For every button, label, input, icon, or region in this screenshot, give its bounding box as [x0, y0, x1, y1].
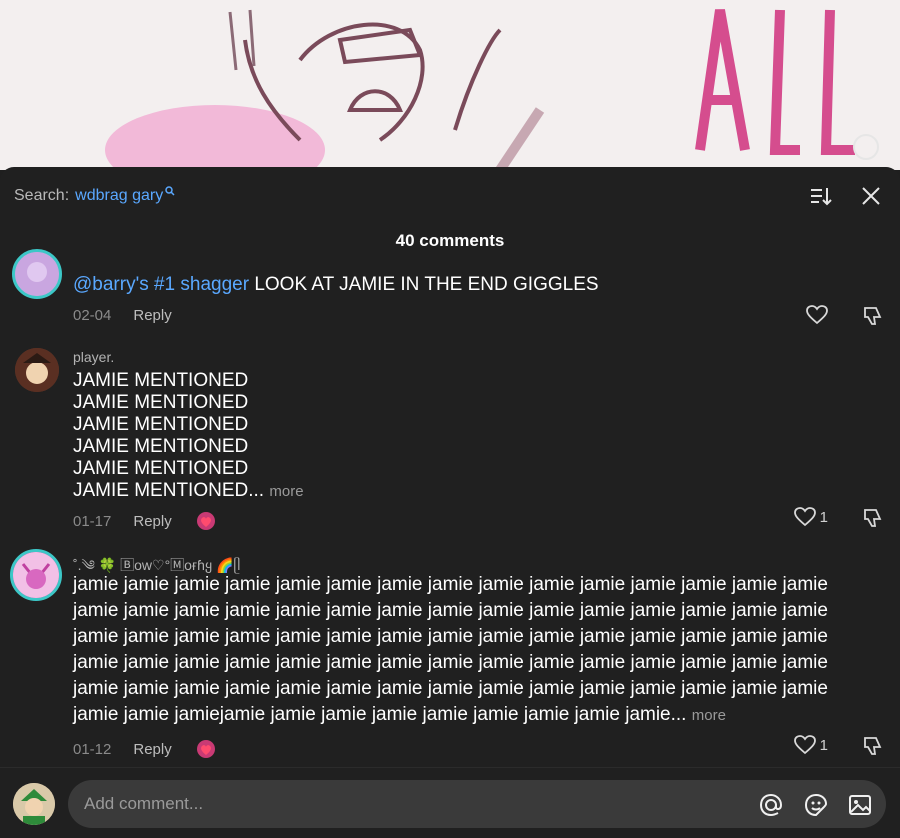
like-button[interactable] [806, 305, 828, 325]
emoji-icon[interactable] [803, 792, 829, 818]
comment-date: 01-12 [73, 740, 112, 758]
heart-icon [793, 735, 816, 755]
creator-liked-icon [194, 509, 218, 533]
comments-sheet: Search: wdbrag gary 40 comments @barry's… [0, 167, 900, 838]
mention-link[interactable]: @barry's #1 shagger [73, 274, 249, 295]
comment-text: jamie jamie jamie jamie jamie jamie jami… [73, 574, 828, 725]
comment-meta: 02-04 Reply [73, 307, 172, 324]
comment-count: 40 comments [395, 231, 505, 250]
comment-date: 01-17 [73, 512, 112, 530]
avatar[interactable] [10, 549, 62, 601]
comment-input-box[interactable] [68, 780, 886, 828]
more-link[interactable]: more [692, 707, 726, 724]
comment-username[interactable]: player. [73, 349, 114, 365]
my-avatar[interactable] [13, 783, 55, 825]
heart-icon [793, 507, 816, 527]
reply-button[interactable]: Reply [133, 307, 171, 324]
comment-date: 02-04 [73, 307, 112, 324]
like-button[interactable]: 1 [793, 507, 828, 527]
comment-meta: 01-17 Reply [73, 509, 218, 533]
dislike-icon[interactable] [862, 507, 884, 534]
mention-icon[interactable] [758, 792, 784, 818]
comment-text: @barry's #1 shagger LOOK AT JAMIE IN THE… [73, 274, 599, 295]
comment-input[interactable] [84, 780, 704, 828]
like-count: 1 [819, 508, 828, 526]
dislike-icon[interactable] [862, 305, 884, 332]
creator-liked-icon [194, 737, 218, 761]
search-bar[interactable]: Search: wdbrag gary [14, 186, 175, 205]
comment-meta: 01-12 Reply [73, 737, 218, 761]
avatar[interactable] [15, 348, 59, 392]
video-frame-illustration [0, 0, 900, 170]
close-icon[interactable] [858, 183, 884, 209]
comment-composer [0, 767, 900, 838]
more-link[interactable]: more [269, 483, 303, 500]
search-label: Search: [14, 187, 70, 204]
heart-icon [806, 305, 828, 325]
comment-text: JAMIE MENTIONED JAMIE MENTIONED JAMIE ME… [73, 370, 304, 501]
like-count: 1 [819, 736, 828, 754]
image-icon[interactable] [847, 792, 873, 818]
reply-button[interactable]: Reply [133, 741, 171, 758]
search-query-link[interactable]: wdbrag gary [75, 187, 163, 205]
like-button[interactable]: 1 [793, 735, 828, 755]
video-preview[interactable] [0, 0, 900, 170]
reply-button[interactable]: Reply [133, 513, 171, 530]
avatar[interactable] [12, 249, 62, 299]
search-icon [165, 183, 175, 201]
dislike-icon[interactable] [862, 735, 884, 762]
sort-icon[interactable] [808, 183, 834, 209]
